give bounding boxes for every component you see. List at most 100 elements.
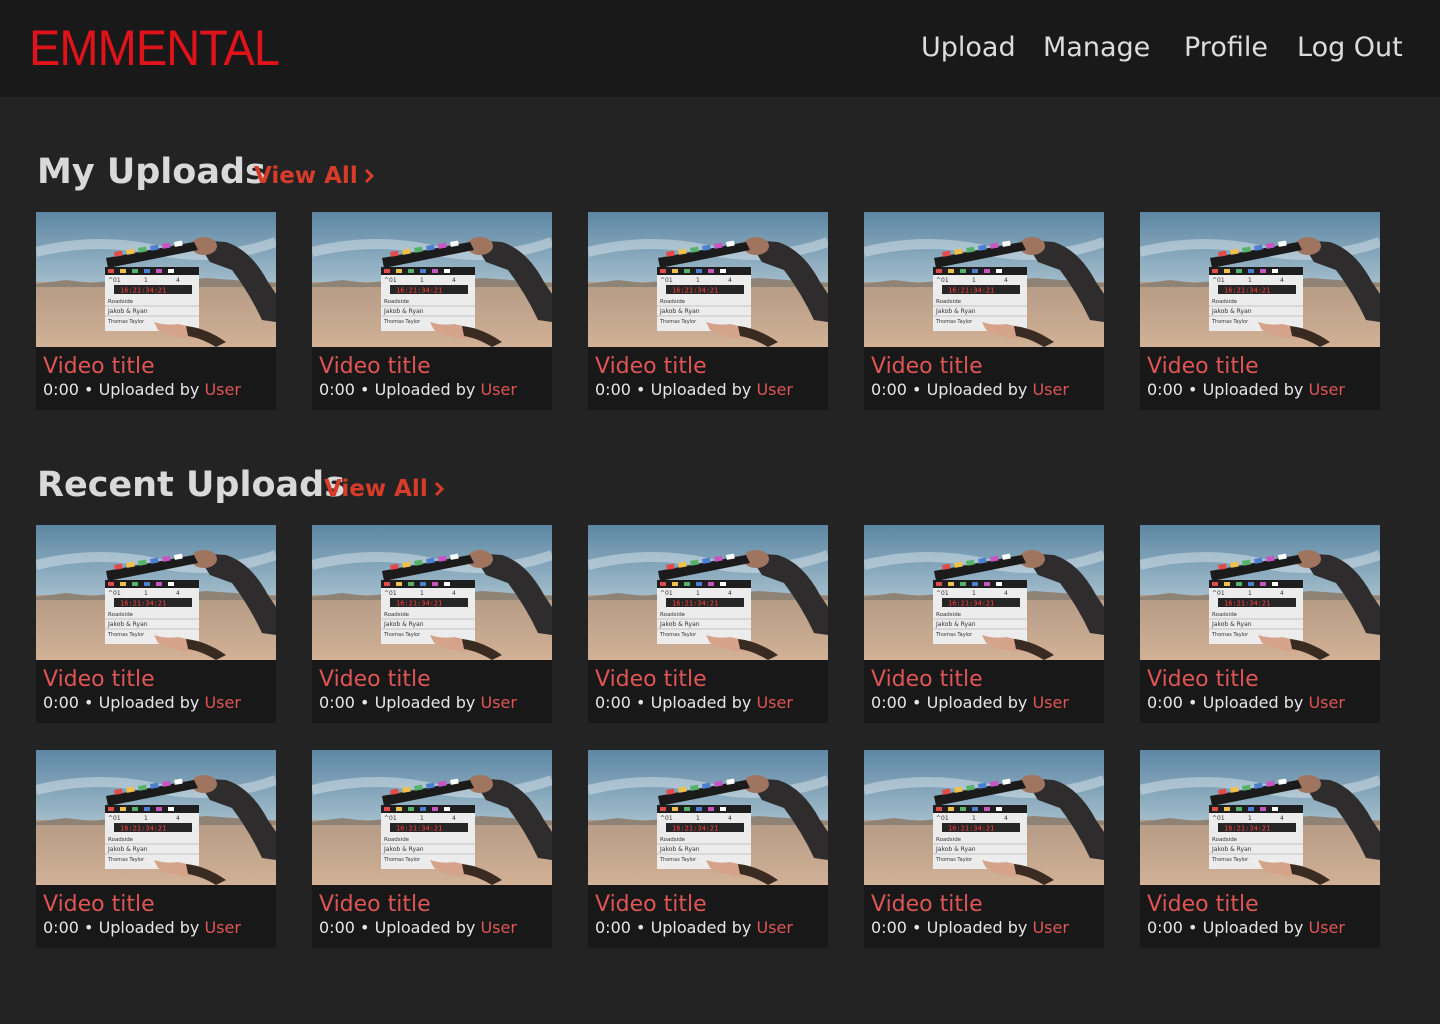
view-all-label: View All [324,476,428,502]
meta-separator: • [1188,380,1198,399]
uploaded-by-label: Uploaded by [374,918,476,937]
uploaded-by-label: Uploaded by [98,693,200,712]
video-meta: 0:00 • Uploaded by User [871,693,1069,713]
recent-uploads-view-all-link[interactable]: View All [324,475,444,504]
nav-log-out[interactable]: Log Out [1297,26,1403,70]
my-uploads-view-all-link[interactable]: View All [254,162,374,191]
uploaded-by-label: Uploaded by [926,380,1028,399]
video-title[interactable]: Video title [1147,353,1259,381]
uploaded-by-label: Uploaded by [650,380,752,399]
uploader-user-link[interactable]: User [1032,693,1068,712]
uploaded-by-label: Uploaded by [1202,918,1304,937]
uploader-user-link[interactable]: User [204,918,240,937]
video-title[interactable]: Video title [1147,891,1259,919]
video-title[interactable]: Video title [319,353,431,381]
uploaded-by-label: Uploaded by [98,918,200,937]
video-meta: 0:00 • Uploaded by User [595,693,793,713]
uploader-user-link[interactable]: User [1308,380,1344,399]
video-meta: 0:00 • Uploaded by User [1147,918,1345,938]
video-card[interactable]: Video title 0:00 • Uploaded by User [588,212,828,410]
video-card[interactable]: Video title 0:00 • Uploaded by User [36,750,276,948]
video-title[interactable]: Video title [595,666,707,694]
video-title[interactable]: Video title [319,666,431,694]
video-card[interactable]: Video title 0:00 • Uploaded by User [864,750,1104,948]
video-title[interactable]: Video title [595,353,707,381]
video-card[interactable]: Video title 0:00 • Uploaded by User [588,750,828,948]
uploader-user-link[interactable]: User [1308,918,1344,937]
video-thumbnail[interactable] [36,525,276,660]
video-card[interactable]: Video title 0:00 • Uploaded by User [1140,750,1380,948]
video-thumbnail[interactable] [1140,212,1380,347]
video-title[interactable]: Video title [871,891,983,919]
uploader-user-link[interactable]: User [480,693,516,712]
video-card[interactable]: Video title 0:00 • Uploaded by User [312,525,552,723]
video-title[interactable]: Video title [43,666,155,694]
meta-separator: • [1188,918,1198,937]
video-duration: 0:00 [871,918,907,937]
video-card[interactable]: Video title 0:00 • Uploaded by User [36,525,276,723]
uploader-user-link[interactable]: User [1032,918,1068,937]
video-thumbnail[interactable] [36,212,276,347]
uploaded-by-label: Uploaded by [374,693,476,712]
video-duration: 0:00 [43,918,79,937]
video-card[interactable]: Video title 0:00 • Uploaded by User [312,212,552,410]
uploader-user-link[interactable]: User [756,918,792,937]
meta-separator: • [636,918,646,937]
meta-separator: • [1188,693,1198,712]
video-thumbnail[interactable] [312,525,552,660]
uploader-user-link[interactable]: User [204,380,240,399]
video-thumbnail[interactable] [588,750,828,885]
video-duration: 0:00 [319,380,355,399]
meta-separator: • [636,380,646,399]
video-title[interactable]: Video title [871,666,983,694]
video-thumbnail[interactable] [864,525,1104,660]
video-card[interactable]: Video title 0:00 • Uploaded by User [1140,212,1380,410]
nav-profile[interactable]: Profile [1184,26,1268,70]
uploader-user-link[interactable]: User [756,380,792,399]
video-meta: 0:00 • Uploaded by User [43,693,241,713]
uploaded-by-label: Uploaded by [926,693,1028,712]
video-card[interactable]: Video title 0:00 • Uploaded by User [864,525,1104,723]
uploader-user-link[interactable]: User [756,693,792,712]
video-meta: 0:00 • Uploaded by User [871,380,1069,400]
video-title[interactable]: Video title [43,353,155,381]
uploader-user-link[interactable]: User [1032,380,1068,399]
video-duration: 0:00 [1147,918,1183,937]
video-title[interactable]: Video title [871,353,983,381]
video-card[interactable]: Video title 0:00 • Uploaded by User [36,212,276,410]
video-thumbnail[interactable] [864,212,1104,347]
uploader-user-link[interactable]: User [480,918,516,937]
video-thumbnail[interactable] [1140,525,1380,660]
video-card[interactable]: Video title 0:00 • Uploaded by User [1140,525,1380,723]
video-thumbnail[interactable] [36,750,276,885]
video-card[interactable]: Video title 0:00 • Uploaded by User [864,212,1104,410]
video-thumbnail[interactable] [864,750,1104,885]
video-meta: 0:00 • Uploaded by User [43,918,241,938]
logo[interactable]: EMMENTAL [29,22,280,74]
uploaded-by-label: Uploaded by [650,918,752,937]
video-thumbnail[interactable] [1140,750,1380,885]
meta-separator: • [912,693,922,712]
video-duration: 0:00 [871,693,907,712]
video-thumbnail[interactable] [312,750,552,885]
video-title[interactable]: Video title [43,891,155,919]
video-title[interactable]: Video title [319,891,431,919]
nav-manage[interactable]: Manage [1043,26,1150,70]
video-duration: 0:00 [595,918,631,937]
meta-separator: • [636,693,646,712]
uploader-user-link[interactable]: User [480,380,516,399]
video-thumbnail[interactable] [312,212,552,347]
video-thumbnail[interactable] [588,212,828,347]
video-meta: 0:00 • Uploaded by User [1147,380,1345,400]
nav-upload[interactable]: Upload [921,26,1016,70]
uploaded-by-label: Uploaded by [926,918,1028,937]
video-thumbnail[interactable] [588,525,828,660]
video-card[interactable]: Video title 0:00 • Uploaded by User [588,525,828,723]
video-card[interactable]: Video title 0:00 • Uploaded by User [312,750,552,948]
video-meta: 0:00 • Uploaded by User [595,380,793,400]
uploader-user-link[interactable]: User [204,693,240,712]
uploader-user-link[interactable]: User [1308,693,1344,712]
video-title[interactable]: Video title [1147,666,1259,694]
video-title[interactable]: Video title [595,891,707,919]
video-duration: 0:00 [1147,380,1183,399]
